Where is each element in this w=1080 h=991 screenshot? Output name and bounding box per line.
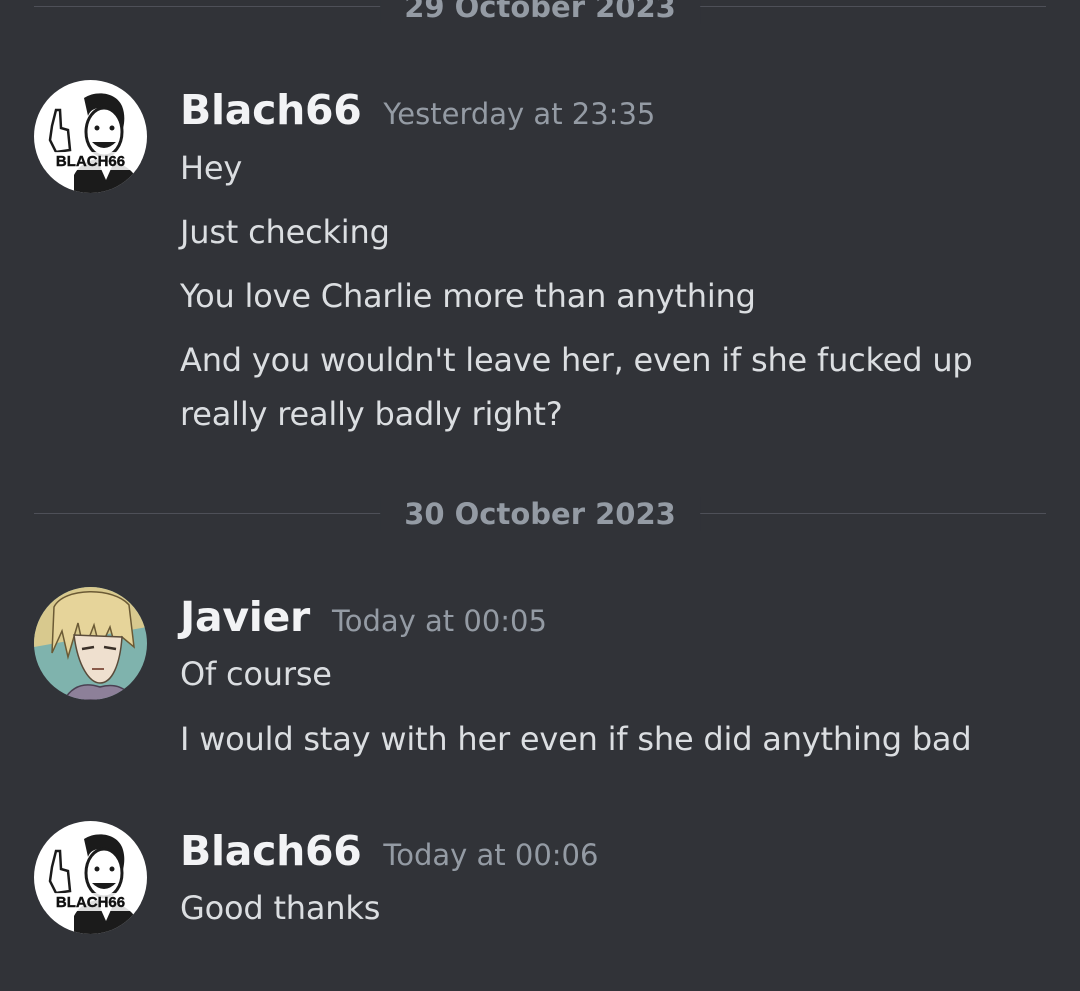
timestamp: Yesterday at 23:35 <box>383 97 656 131</box>
message-text: And you wouldn't leave her, even if she … <box>180 341 973 433</box>
message-text: Hey <box>180 149 243 187</box>
chat-log: 29 October 2023 BLACH66 Blach66Yesterda <box>0 0 1080 991</box>
username[interactable]: Javier <box>180 593 310 641</box>
timestamp: Today at 00:06 <box>383 838 599 872</box>
svg-text:BLACH66: BLACH66 <box>56 894 125 911</box>
message-header: Javier Today at 00:05 <box>180 593 547 641</box>
message-header: Blach66 Today at 00:06 <box>180 827 598 875</box>
message-text: I would stay with her even if she did an… <box>180 720 972 758</box>
avatar[interactable]: BLACH66 <box>34 80 147 193</box>
message-header: Blach66 Yesterday at 23:35 <box>180 86 655 134</box>
message-text: Good thanks <box>180 889 381 927</box>
username[interactable]: Blach66 <box>180 86 362 134</box>
avatar-image: BLACH66 <box>34 821 147 934</box>
avatar[interactable] <box>34 587 147 700</box>
date-divider: 29 October 2023 <box>34 0 1046 24</box>
username[interactable]: Blach66 <box>180 827 362 875</box>
date-divider-label: 29 October 2023 <box>380 0 700 24</box>
message-text: Just checking <box>180 213 390 251</box>
avatar-image <box>34 587 147 700</box>
date-divider: 30 October 2023 <box>34 497 1046 531</box>
date-divider-label: 30 October 2023 <box>380 497 700 531</box>
message-text: You love Charlie more than anything <box>180 277 756 315</box>
avatar[interactable]: BLACH66 <box>34 821 147 934</box>
timestamp: Today at 00:05 <box>331 604 547 638</box>
svg-text:BLACH66: BLACH66 <box>56 153 125 170</box>
avatar-image: BLACH66 <box>34 80 147 193</box>
message-text: Of course <box>180 655 332 693</box>
